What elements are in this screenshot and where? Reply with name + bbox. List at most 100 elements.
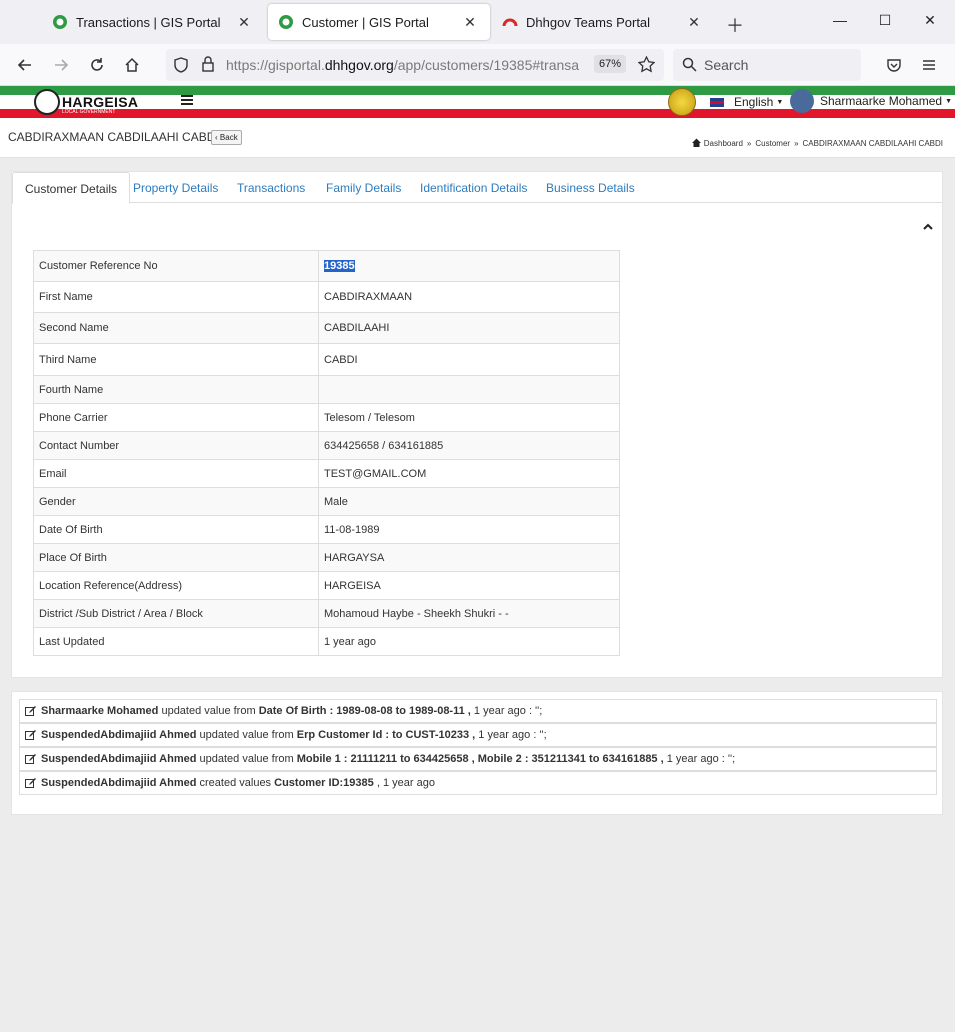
back-arrow-icon[interactable] [14, 54, 36, 76]
browser-search-bar[interactable]: Search [673, 49, 861, 81]
field-value: 1 year ago [318, 627, 620, 656]
field-label: First Name [33, 281, 319, 313]
table-row: Place Of Birth HARGAYSA [33, 543, 620, 572]
log-time: 1 year ago : ''; [473, 705, 543, 717]
log-detail: Mobile 1 : 21111211 to 634425658 , Mobil… [296, 753, 664, 765]
tab-customer-details[interactable]: Customer Details [12, 172, 131, 204]
log-action: updated value from [199, 753, 294, 765]
logo-subtitle: LOCAL GOVERNMENT [62, 109, 116, 115]
field-value: 19385 [318, 250, 620, 282]
tab-identification-details[interactable]: Identification Details [408, 172, 539, 204]
field-label: Gender [33, 487, 319, 516]
log-entry: SuspendedAbdimajiid Ahmed created values… [19, 771, 937, 795]
minimize-icon[interactable]: — [830, 12, 850, 28]
field-label: Customer Reference No [33, 250, 319, 282]
field-value: 11-08-1989 [318, 515, 620, 544]
tab-title: Transactions | GIS Portal [76, 14, 221, 30]
browser-tab-customer[interactable]: Customer | GIS Portal ✕ [268, 4, 490, 40]
edit-icon [25, 705, 36, 716]
url-text[interactable]: https://gisportal.dhhgov.org/app/custome… [226, 57, 586, 73]
user-name: Sharmaarke Mohamed [820, 94, 943, 108]
tab-transactions[interactable]: Transactions [225, 172, 317, 204]
log-entry: SuspendedAbdimajiid Ahmed updated value … [19, 723, 937, 747]
breadcrumb-customer[interactable]: Customer [755, 139, 790, 148]
close-tab-icon[interactable]: ✕ [684, 14, 704, 31]
table-row: Last Updated 1 year ago [33, 627, 620, 656]
table-row: Location Reference(Address) HARGEISA [33, 571, 620, 600]
selected-reference-number[interactable]: 19385 [324, 260, 355, 272]
home-icon[interactable] [121, 54, 143, 76]
bookmark-star-icon[interactable] [637, 55, 656, 78]
field-value: 634425658 / 634161885 [318, 431, 620, 460]
lock-icon[interactable] [202, 56, 214, 77]
edit-icon [25, 753, 36, 764]
field-label: Phone Carrier [33, 403, 319, 432]
log-time: 1 year ago : ''; [666, 753, 736, 765]
browser-tab-teams[interactable]: Dhhgov Teams Portal ✕ [492, 4, 714, 40]
table-row: Gender Male [33, 487, 620, 516]
browser-tab-bar: Transactions | GIS Portal ✕ Customer | G… [0, 0, 955, 44]
log-time: 1 year ago : ''; [478, 729, 547, 741]
user-menu[interactable]: Sharmaarke Mohamed ▼ [790, 89, 952, 113]
close-tab-icon[interactable]: ✕ [460, 14, 480, 31]
chevron-down-icon: ▼ [945, 97, 952, 105]
reload-icon[interactable] [86, 54, 108, 76]
hargeisa-logo[interactable]: HARGEISA LOCAL GOVERNMENT [34, 89, 138, 115]
field-label: Second Name [33, 312, 319, 344]
breadcrumb-current: CABDIRAXMAAN CABDILAAHI CABDI [802, 139, 943, 148]
table-row: Fourth Name [33, 375, 620, 404]
browser-nav-bar: https://gisportal.dhhgov.org/app/custome… [0, 44, 955, 86]
maximize-icon[interactable]: ☐ [875, 12, 895, 29]
tab-title: Dhhgov Teams Portal [526, 14, 651, 30]
log-detail: Date Of Birth : 1989-08-08 to 1989-08-11… [258, 705, 471, 717]
tab-business-details[interactable]: Business Details [534, 172, 647, 204]
field-value [318, 375, 620, 404]
table-row: Third Name CABDI [33, 343, 620, 376]
close-tab-icon[interactable]: ✕ [234, 14, 254, 31]
log-action: created values [199, 777, 272, 789]
detail-tabs: Customer Details Property Details Transa… [12, 172, 942, 204]
government-emblem-icon [668, 88, 696, 116]
close-window-icon[interactable]: ✕ [920, 12, 940, 29]
shield-icon[interactable] [174, 57, 188, 78]
uk-flag-icon [710, 97, 724, 107]
log-user: SuspendedAbdimajiid Ahmed [41, 777, 197, 789]
field-label: Date Of Birth [33, 515, 319, 544]
log-user: Sharmaarke Mohamed [41, 705, 159, 717]
menu-icon[interactable] [918, 54, 940, 76]
field-value: TEST@GMAIL.COM [318, 459, 620, 488]
edit-icon [25, 729, 36, 740]
app-header: HARGEISA LOCAL GOVERNMENT English ▼ Shar… [0, 86, 955, 118]
address-bar[interactable]: https://gisportal.dhhgov.org/app/custome… [166, 49, 664, 81]
forward-arrow-icon[interactable] [50, 54, 72, 76]
table-row: Contact Number 634425658 / 634161885 [33, 431, 620, 460]
tab-property-details[interactable]: Property Details [121, 172, 230, 204]
new-tab-icon[interactable]: ＋ [726, 12, 744, 38]
table-row: Date Of Birth 11-08-1989 [33, 515, 620, 544]
browser-tab-transactions[interactable]: Transactions | GIS Portal ✕ [42, 4, 264, 40]
chevron-down-icon: ▼ [776, 98, 784, 106]
language-label: English [734, 95, 774, 109]
language-selector[interactable]: English ▼ [710, 95, 783, 109]
customer-details-table: Customer Reference No 19385 First Name CAB… [33, 250, 620, 656]
gis-favicon-icon [278, 14, 294, 30]
back-button[interactable]: ‹ Back [211, 130, 242, 145]
logo-text: HARGEISA [62, 94, 139, 110]
gis-favicon-icon [52, 14, 68, 30]
hamburger-menu-icon[interactable] [181, 95, 193, 107]
breadcrumb-dashboard[interactable]: Dashboard [704, 139, 743, 148]
log-entry: Sharmaarke Mohamed updated value from Da… [19, 699, 937, 723]
tab-family-details[interactable]: Family Details [314, 172, 413, 204]
home-icon [691, 138, 701, 149]
log-detail: Customer ID:19385 [274, 777, 374, 789]
zoom-indicator[interactable]: 67% [594, 55, 627, 73]
page-title-bar: CABDIRAXMAAN CABDILAAHI CABDI ‹ Back Das… [0, 118, 955, 158]
table-row: Customer Reference No 19385 [33, 250, 620, 282]
avatar [790, 89, 814, 113]
field-label: Last Updated [33, 627, 319, 656]
collapse-chevron-up-icon[interactable] [923, 219, 933, 233]
log-action: updated value from [161, 705, 256, 717]
page-title: CABDIRAXMAAN CABDILAAHI CABDI [8, 130, 219, 144]
log-detail: Erp Customer Id : to CUST-10233 , [296, 729, 476, 741]
pocket-icon[interactable] [883, 54, 905, 76]
